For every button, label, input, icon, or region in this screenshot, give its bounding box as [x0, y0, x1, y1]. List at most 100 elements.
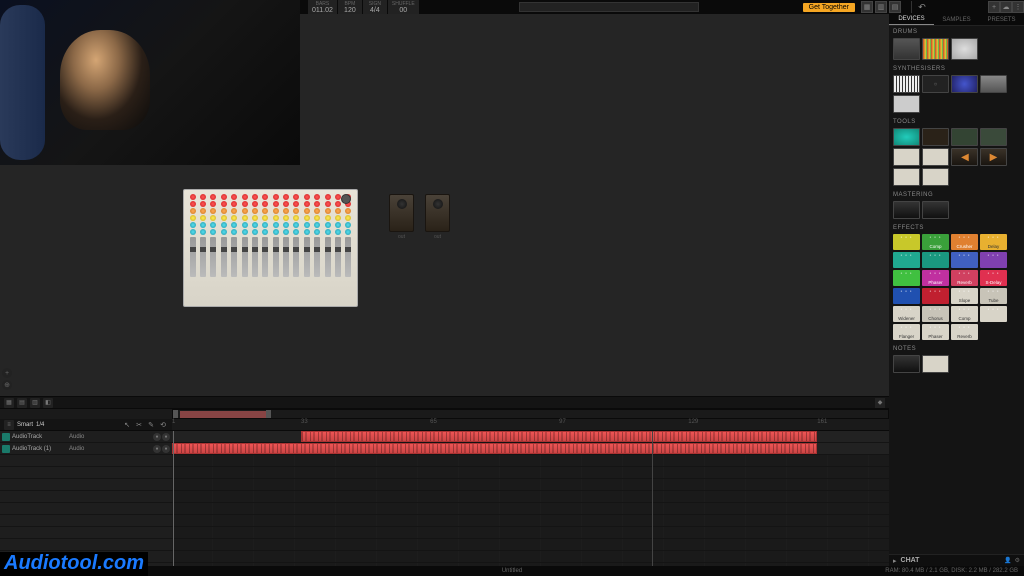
mixer-fader[interactable] — [325, 237, 331, 277]
mixer-knob[interactable] — [252, 222, 258, 228]
mixer-fader[interactable] — [200, 237, 206, 277]
mixer-fader[interactable] — [262, 237, 268, 277]
mixer-knob[interactable] — [221, 201, 227, 207]
mixer-fader[interactable] — [190, 237, 196, 277]
mixer-knob[interactable] — [314, 194, 320, 200]
tool-device-4[interactable] — [980, 128, 1007, 146]
effect-device-item[interactable] — [980, 306, 1007, 322]
timeline-ruler[interactable]: 1336597129161 — [172, 419, 889, 429]
get-together-button[interactable]: Get Together — [803, 3, 855, 12]
tool-device-10[interactable] — [922, 168, 949, 186]
mixer-knob[interactable] — [252, 201, 258, 207]
tl-menu-icon[interactable]: ≡ — [4, 420, 14, 430]
mixer-device[interactable] — [183, 189, 358, 307]
mixer-knob[interactable] — [283, 215, 289, 221]
mixer-knob[interactable] — [262, 215, 268, 221]
mixer-knob[interactable] — [293, 222, 299, 228]
mixer-fader[interactable] — [314, 237, 320, 277]
mixer-knob[interactable] — [190, 208, 196, 214]
note-device-2[interactable] — [922, 355, 949, 373]
effect-device-Flanger[interactable]: Flanger — [893, 324, 920, 340]
mixer-knob[interactable] — [273, 222, 279, 228]
mixer-fader[interactable] — [252, 237, 258, 277]
track-header[interactable]: AudioTrack Audio ● ● — [0, 431, 172, 442]
effect-device-item[interactable] — [893, 234, 920, 250]
mixer-fader[interactable] — [273, 237, 279, 277]
mixer-knob[interactable] — [262, 229, 268, 235]
mixer-knob[interactable] — [262, 194, 268, 200]
chat-users-icon[interactable]: 👤 — [1004, 557, 1011, 564]
mixer-knob[interactable] — [190, 229, 196, 235]
add-device-icon[interactable]: + — [2, 368, 12, 378]
mixer-knob[interactable] — [273, 194, 279, 200]
mixer-fader[interactable] — [304, 237, 310, 277]
track-mute-button[interactable]: ● — [153, 433, 161, 441]
chevron-right-icon[interactable]: ▸ — [893, 557, 897, 565]
undo-icon[interactable]: ↶ — [916, 1, 928, 13]
mixer-knob[interactable] — [314, 222, 320, 228]
loop-tool-icon[interactable]: ⟲ — [158, 420, 168, 430]
snap-division[interactable]: 1/4 — [36, 422, 44, 428]
mixer-knob[interactable] — [314, 229, 320, 235]
drum-device-3[interactable] — [951, 38, 978, 60]
tab-samples[interactable]: SAMPLES — [934, 14, 979, 25]
effect-device-Comp[interactable]: Comp — [922, 234, 949, 250]
mixer-knob[interactable] — [325, 208, 331, 214]
add-icon[interactable]: + — [988, 1, 1000, 13]
tl-view-1-icon[interactable]: ▦ — [4, 398, 14, 408]
track-name[interactable]: AudioTrack (1) — [12, 446, 67, 452]
mixer-knob[interactable] — [304, 201, 310, 207]
mixer-knob[interactable] — [283, 208, 289, 214]
track-name[interactable]: AudioTrack — [12, 434, 67, 440]
track-mute-button[interactable]: ● — [153, 445, 161, 453]
mixer-knob[interactable] — [273, 229, 279, 235]
effect-device-Comp[interactable]: Comp — [951, 306, 978, 322]
mixer-knob[interactable] — [252, 215, 258, 221]
track-color-icon[interactable] — [2, 433, 10, 441]
loop-marker[interactable] — [652, 431, 653, 566]
effect-device-Tube[interactable]: Tube — [980, 288, 1007, 304]
mixer-knob[interactable] — [231, 201, 237, 207]
effect-device-Reverb[interactable]: Reverb — [951, 324, 978, 340]
transport-bars[interactable]: BARS 011.02 — [308, 0, 337, 15]
mixer-knob[interactable] — [221, 208, 227, 214]
mixer-knob[interactable] — [231, 229, 237, 235]
mixer-knob[interactable] — [242, 208, 248, 214]
mixer-knob[interactable] — [314, 208, 320, 214]
mixer-knob[interactable] — [293, 208, 299, 214]
mixer-knob[interactable] — [283, 194, 289, 200]
mixer-fader[interactable] — [231, 237, 237, 277]
mixer-knob[interactable] — [293, 215, 299, 221]
mixer-fader[interactable] — [242, 237, 248, 277]
mixer-knob[interactable] — [231, 208, 237, 214]
mixer-knob[interactable] — [293, 194, 299, 200]
effect-device-item[interactable] — [893, 270, 920, 286]
effect-device-Reverb[interactable]: Reverb — [951, 270, 978, 286]
mixer-fader[interactable] — [221, 237, 227, 277]
note-device-1[interactable] — [893, 355, 920, 373]
effect-device-S-Delay[interactable]: S-Delay — [980, 270, 1007, 286]
mixer-knob[interactable] — [262, 201, 268, 207]
mixer-knob[interactable] — [210, 194, 216, 200]
tool-device-2[interactable] — [922, 128, 949, 146]
mixer-knob[interactable] — [252, 229, 258, 235]
mixer-fader[interactable] — [283, 237, 289, 277]
mixer-knob[interactable] — [262, 222, 268, 228]
effect-device-item[interactable] — [922, 288, 949, 304]
mixer-knob[interactable] — [200, 208, 206, 214]
timeline-overview[interactable] — [172, 409, 889, 419]
pen-tool-icon[interactable]: ✎ — [146, 420, 156, 430]
mixer-fader[interactable] — [293, 237, 299, 277]
mixer-knob[interactable] — [242, 194, 248, 200]
track-color-icon[interactable] — [2, 445, 10, 453]
tool-device-3[interactable] — [951, 128, 978, 146]
effect-device-Chorus[interactable]: Chorus — [922, 306, 949, 322]
mixer-knob[interactable] — [190, 215, 196, 221]
tl-view-3-icon[interactable]: ▥ — [30, 398, 40, 408]
view-rack-icon[interactable]: ▤ — [889, 1, 901, 13]
mixer-knob[interactable] — [210, 222, 216, 228]
mixer-knob[interactable] — [283, 222, 289, 228]
effect-device-Delay[interactable]: Delay — [980, 234, 1007, 250]
overview-handle-right[interactable] — [266, 410, 271, 418]
mixer-knob[interactable] — [242, 201, 248, 207]
